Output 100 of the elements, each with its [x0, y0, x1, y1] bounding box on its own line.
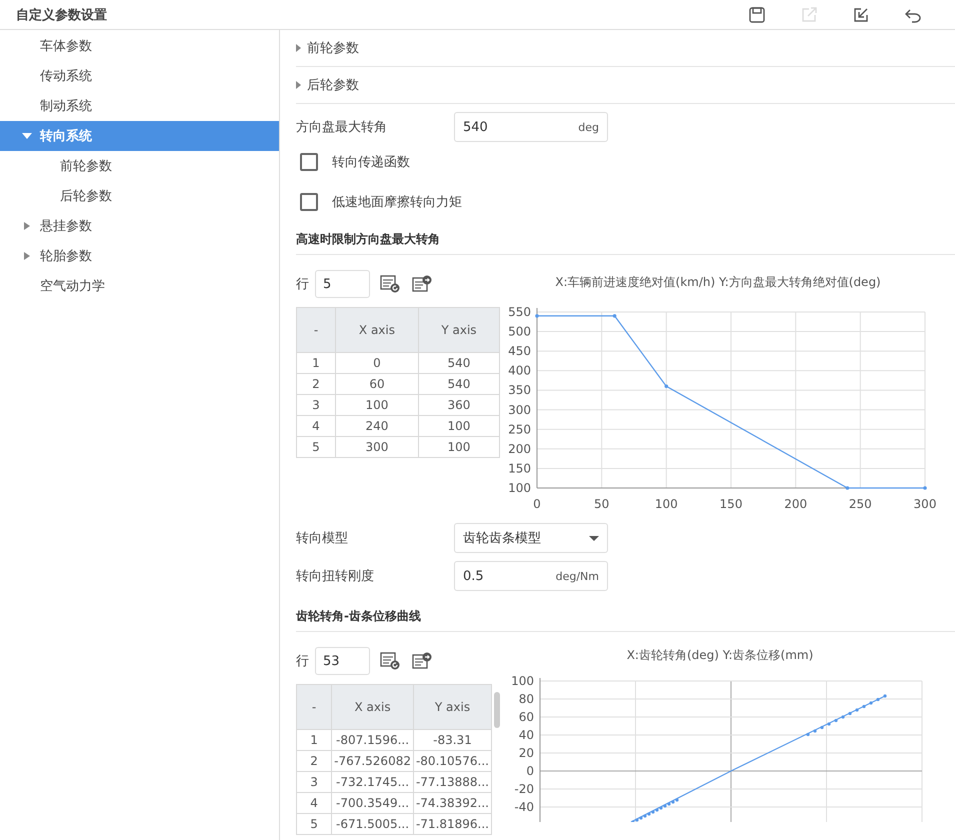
- table-cell: -732.1745...: [332, 772, 414, 792]
- table-export-icon[interactable]: [412, 652, 432, 670]
- table-cell: 100: [418, 416, 500, 436]
- column-header: Y axis: [418, 308, 500, 352]
- x-tick-label: 0: [533, 497, 541, 511]
- y-tick-label: 100: [508, 481, 531, 495]
- model-select[interactable]: 齿轮齿条模型: [454, 523, 608, 553]
- column-header: X axis: [336, 308, 418, 352]
- table-cell: -80.10576...: [413, 750, 492, 772]
- table-cell: -807.1596...: [332, 730, 414, 750]
- sidebar-item[interactable]: 轮胎参数: [0, 241, 279, 271]
- y-tick-label: 100: [511, 674, 534, 688]
- table-cell: 240: [336, 416, 418, 436]
- x-tick-label: 100: [654, 497, 678, 511]
- scrollbar[interactable]: [494, 692, 500, 728]
- table-cell: 540: [418, 352, 500, 374]
- chart-title: X:车辆前进速度绝对值(km/h) Y:方向盘最大转角绝对值(deg): [555, 275, 881, 289]
- table-cell: 2: [296, 750, 332, 772]
- table-cell: -77.13888...: [413, 772, 492, 792]
- checkbox[interactable]: [300, 153, 318, 171]
- table-cell: 5: [296, 814, 332, 834]
- table-cell: 100: [418, 436, 500, 458]
- y-tick-label: 80: [518, 692, 534, 706]
- checkbox-label: 转向传递函数: [332, 154, 410, 171]
- table-cell: -74.38392...: [413, 792, 492, 814]
- column-header: X axis: [332, 684, 414, 730]
- table-cell: 300: [336, 436, 418, 458]
- table-cell: -71.81896...: [413, 814, 492, 834]
- stiffness-input[interactable]: 0.5 deg/Nm: [454, 561, 608, 591]
- y-tick-label: -40: [514, 800, 534, 814]
- table-cell: 0: [336, 352, 418, 374]
- sidebar-subitem[interactable]: 前轮参数: [0, 151, 279, 181]
- table-cell: 1: [296, 352, 336, 374]
- y-tick-label: 550: [508, 305, 531, 319]
- table-cell: 100: [336, 394, 418, 416]
- max-angle-input[interactable]: 540 deg: [454, 112, 608, 142]
- y-tick-label: 40: [518, 728, 534, 742]
- y-tick-label: 250: [508, 422, 531, 436]
- sidebar-subitem[interactable]: 后轮参数: [0, 181, 279, 211]
- sidebar-item[interactable]: 车体参数: [0, 31, 279, 61]
- field-label: 转向扭转刚度: [296, 568, 375, 585]
- chart-title: X:齿轮转角(deg) Y:齿条位移(mm): [626, 648, 814, 662]
- y-tick-label: 300: [508, 402, 531, 417]
- collapsible-header[interactable]: 前轮参数: [296, 30, 955, 67]
- column-header: -: [296, 308, 336, 352]
- x-tick-label: 150: [720, 497, 742, 511]
- field-label: 转向模型: [296, 530, 349, 547]
- table-cell: 4: [296, 416, 336, 436]
- data-point: [535, 314, 539, 318]
- data-point: [846, 486, 850, 490]
- x-tick-label: 200: [784, 497, 808, 511]
- rows-input[interactable]: 5: [315, 270, 370, 298]
- table-cell: 2: [296, 374, 336, 394]
- section-title: 高速时限制方向盘最大转角: [296, 224, 955, 255]
- checkbox[interactable]: [300, 193, 318, 211]
- y-tick-label: 350: [508, 383, 531, 398]
- y-tick-label: 150: [508, 461, 531, 476]
- table-cell: 60: [336, 374, 418, 394]
- sidebar-item[interactable]: 传动系统: [0, 61, 279, 91]
- y-tick-label: 20: [518, 746, 534, 760]
- data-point: [664, 384, 668, 388]
- collapsible-header[interactable]: 后轮参数: [296, 67, 955, 104]
- table-export-icon[interactable]: [412, 275, 432, 293]
- page-title: 自定义参数设置: [16, 6, 107, 24]
- data-point: [612, 314, 616, 318]
- sidebar-item[interactable]: 悬挂参数: [0, 211, 279, 241]
- import-icon: [852, 6, 870, 24]
- field-label: 方向盘最大转角: [296, 119, 388, 136]
- y-tick-label: 450: [508, 344, 531, 358]
- sidebar-item[interactable]: 制动系统: [0, 91, 279, 121]
- export-icon: [800, 6, 818, 24]
- table-cell: 3: [296, 394, 336, 416]
- table-cell: -767.526082: [332, 750, 414, 772]
- y-tick-label: 400: [508, 364, 531, 378]
- x-tick-label: 250: [848, 497, 872, 511]
- table-cell: -671.5005...: [332, 814, 414, 834]
- table-cell: 360: [418, 394, 500, 416]
- y-tick-label: 0: [526, 764, 534, 778]
- rows-label: 行: [296, 653, 309, 670]
- table-refresh-icon[interactable]: [380, 275, 400, 293]
- y-tick-label: -20: [514, 782, 534, 796]
- table-cell: 3: [296, 772, 332, 792]
- column-header: -: [296, 684, 332, 730]
- rows-label: 行: [296, 276, 309, 293]
- column-header: Y axis: [413, 684, 492, 730]
- table-cell: -700.3549...: [332, 792, 414, 814]
- table-refresh-icon[interactable]: [380, 652, 400, 670]
- checkbox-label: 低速地面摩擦转向力矩: [332, 194, 462, 211]
- y-tick-label: 500: [508, 324, 531, 339]
- y-tick-label: 60: [518, 710, 534, 724]
- section-title: 齿轮转角-齿条位移曲线: [296, 601, 955, 632]
- y-tick-label: 200: [508, 442, 531, 456]
- save-icon: [748, 6, 766, 24]
- rows-input[interactable]: 53: [315, 647, 370, 675]
- table-cell: 5: [296, 436, 336, 458]
- sidebar-item[interactable]: 空气动力学: [0, 271, 279, 301]
- x-tick-label: 300: [914, 497, 936, 511]
- table-cell: 4: [296, 792, 332, 814]
- table-cell: 1: [296, 730, 332, 750]
- table-cell: 540: [418, 374, 500, 394]
